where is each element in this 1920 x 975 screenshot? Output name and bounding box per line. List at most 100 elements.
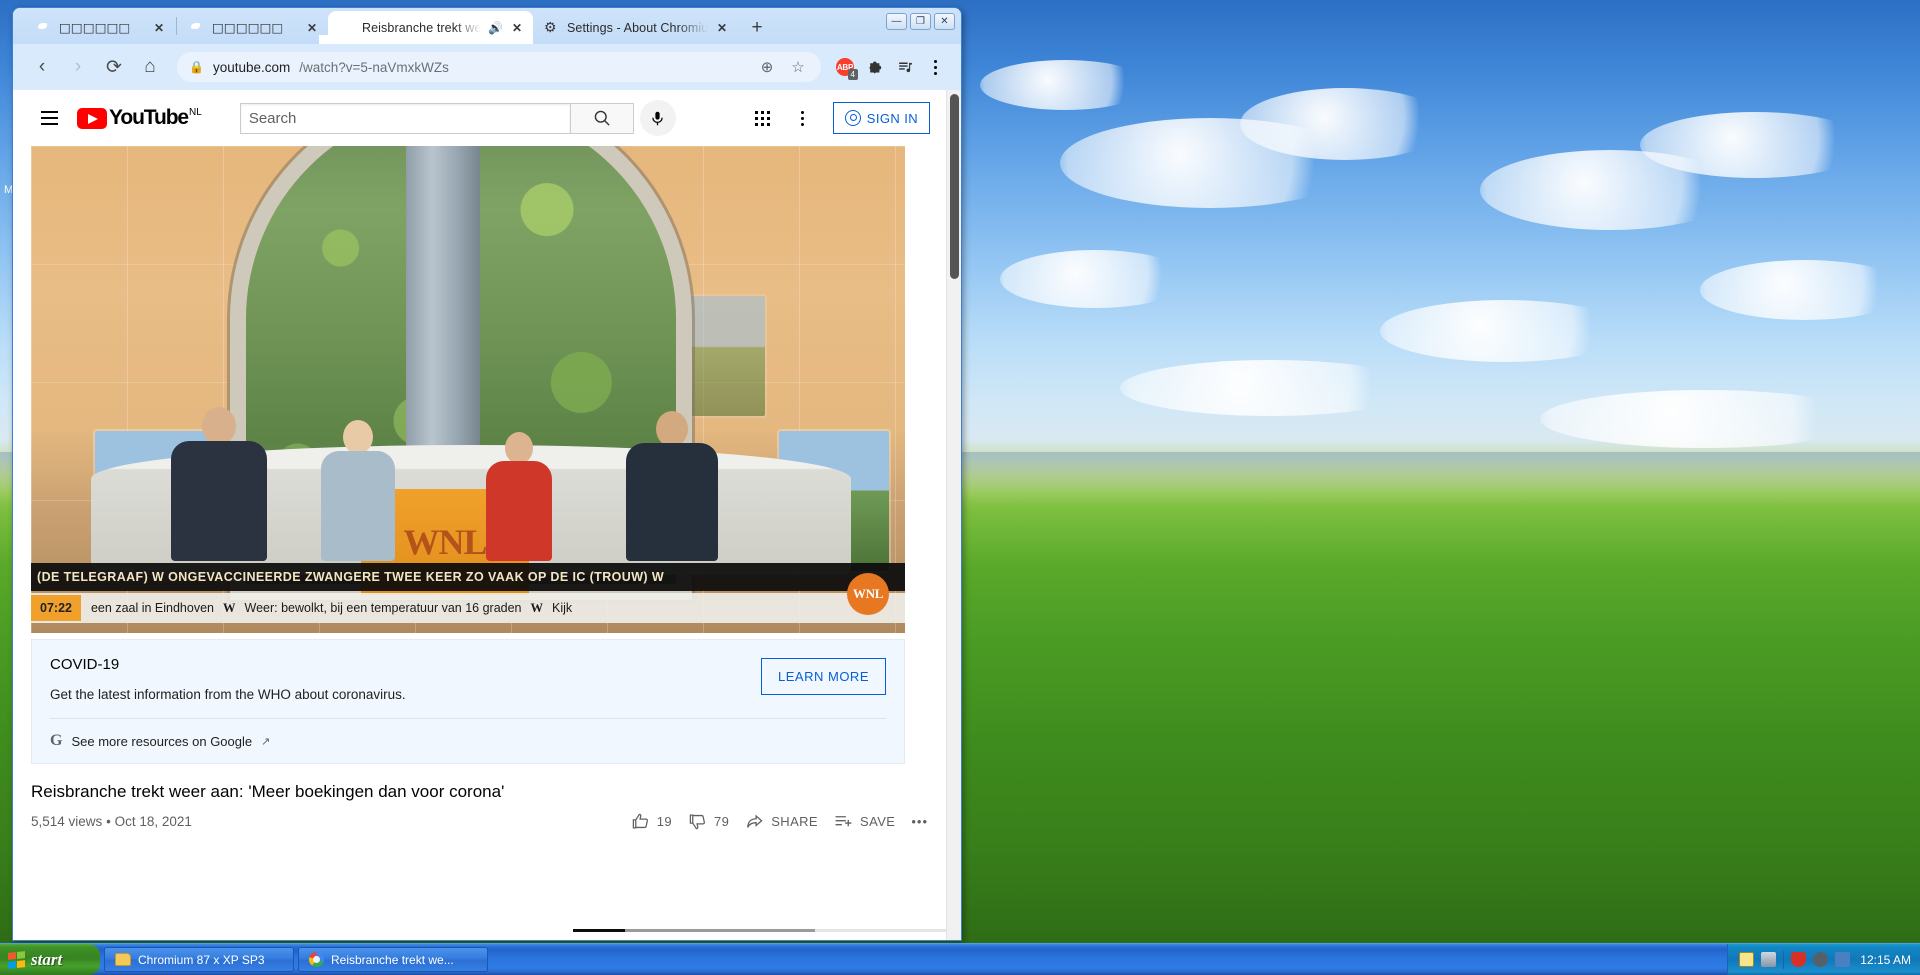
adblock-plus-extension-button[interactable]: ABP 4 — [831, 52, 859, 82]
youtube-header: YouTube NL Search SIGN IN — [13, 90, 946, 146]
page-loading-progress — [573, 929, 946, 932]
close-button[interactable]: ✕ — [934, 13, 955, 30]
tab-title: Reisbranche trekt we — [362, 20, 482, 35]
close-icon: ✕ — [940, 16, 949, 27]
tab-title: □□□□□□ — [212, 20, 284, 35]
covid-footer-link[interactable]: See more resources on Google — [71, 734, 252, 749]
save-button[interactable]: SAVE — [834, 812, 895, 831]
guest-person — [171, 407, 267, 561]
account-circle-icon — [844, 110, 861, 126]
home-button[interactable]: ⌂ — [133, 50, 167, 84]
star-icon[interactable]: ☆ — [787, 56, 809, 78]
youtube-play-icon — [77, 108, 107, 129]
abp-badge-count: 4 — [847, 69, 858, 80]
gear-icon: ⚙ — [544, 18, 557, 35]
cloud — [1240, 88, 1450, 160]
windows-update-icon[interactable] — [1835, 952, 1851, 967]
like-count: 19 — [656, 814, 672, 829]
tray-divider — [1783, 950, 1785, 969]
close-icon[interactable]: ✕ — [152, 21, 166, 35]
cloud — [1480, 150, 1740, 230]
extensions-button[interactable] — [861, 52, 889, 82]
close-icon[interactable]: ✕ — [510, 21, 524, 35]
tab-separator — [176, 17, 177, 35]
covid-panel-title: COVID-19 — [50, 656, 120, 673]
search-button[interactable] — [569, 102, 634, 134]
clock[interactable]: 12:15 AM — [1860, 953, 1911, 967]
network-icon[interactable] — [1761, 952, 1777, 967]
learn-more-button[interactable]: LEARN MORE — [761, 658, 886, 695]
cloud — [1700, 260, 1910, 320]
more-actions-button[interactable]: ••• — [911, 814, 928, 829]
dislike-count: 79 — [713, 814, 730, 829]
cloud — [1000, 250, 1190, 308]
window-controls: — ❐ ✕ — [886, 13, 955, 30]
youtube-wordmark: YouTube — [109, 106, 189, 129]
covid-panel-top: COVID-19 Get the latest information from… — [50, 656, 886, 702]
close-icon[interactable]: ✕ — [305, 21, 319, 35]
taskbar-item-explorer[interactable]: Chromium 87 x XP SP3 — [104, 947, 294, 972]
taskbar-item-label: Reisbranche trekt we... — [331, 952, 454, 967]
minimize-icon: — — [891, 16, 902, 27]
news-ticker-headline: (DE TELEGRAAF) W ONGEVACCINEERDE ZWANGER… — [31, 563, 905, 591]
maximize-button[interactable]: ❐ — [910, 13, 931, 30]
help-balloon-icon[interactable] — [1739, 952, 1755, 967]
ticker-sub-3: Kijk — [552, 601, 573, 615]
start-button[interactable]: start — [0, 944, 100, 975]
media-playlist-button[interactable] — [891, 52, 919, 82]
windows-taskbar: start Chromium 87 x XP SP3 Reisbranche t… — [0, 943, 1920, 975]
studio-wall-picture — [679, 296, 765, 416]
speaker-playing-icon[interactable]: 🔊 — [488, 21, 503, 35]
progress-segment-dark — [573, 929, 625, 932]
search-input[interactable]: Search — [239, 102, 570, 134]
address-bar[interactable]: 🔒 youtube.com/watch?v=5-naVmxkWZs ⊕ ☆ — [177, 52, 821, 82]
volume-muted-icon[interactable] — [1813, 952, 1829, 967]
youtube-apps-button[interactable] — [743, 98, 783, 138]
guide-hamburger-button[interactable] — [29, 98, 69, 138]
youtube-country-code: NL — [189, 107, 202, 118]
taskbar-item-chromium[interactable]: Reisbranche trekt we... — [298, 947, 488, 972]
minimize-button[interactable]: — — [886, 13, 907, 30]
view-count: 5,514 views — [31, 814, 103, 829]
browser-toolbar: ‹ › ⟳ ⌂ 🔒 youtube.com/watch?v=5-naVmxkWZ… — [13, 44, 961, 90]
wnl-ticker-mark: W — [530, 600, 544, 615]
thumbs-down-icon — [689, 814, 705, 830]
youtube-logo[interactable]: YouTube NL — [77, 106, 202, 130]
ticker-clock: 07:22 — [31, 595, 81, 621]
browser-tab-2[interactable]: □□□□□□ ✕ — [178, 11, 328, 44]
folder-icon — [115, 953, 131, 966]
apps-grid-icon — [755, 110, 771, 126]
share-button[interactable]: SHARE — [745, 812, 818, 831]
dislike-button[interactable]: 79 — [688, 812, 729, 831]
covid-panel-footer[interactable]: G See more resources on Google ↗ — [50, 719, 886, 763]
back-button[interactable]: ‹ — [25, 50, 59, 84]
security-shield-icon[interactable] — [1791, 952, 1807, 967]
browser-tab-4[interactable]: ⚙ Settings - About Chromium ✕ — [533, 11, 738, 44]
voice-search-button[interactable] — [639, 100, 676, 136]
share-label: SHARE — [771, 814, 819, 829]
close-icon[interactable]: ✕ — [715, 21, 729, 35]
channel-watermark-text: WNL — [852, 586, 884, 601]
page-title: Reisbranche trekt weer aan: 'Meer boekin… — [31, 782, 505, 801]
browser-tab-1[interactable]: □□□□□□ ✕ — [25, 11, 175, 44]
page-scrollbar[interactable] — [946, 90, 961, 940]
new-tab-button[interactable]: + — [744, 15, 770, 41]
forward-button[interactable]: › — [61, 50, 95, 84]
sign-in-button[interactable]: SIGN IN — [832, 102, 930, 134]
zoom-install-icon[interactable]: ⊕ — [756, 56, 778, 78]
video-player[interactable]: WNL (DE TELEGRAAF) W ONGEVACCINEERDE ZWA… — [31, 146, 905, 633]
cloud — [1120, 360, 1420, 416]
meta-separator: • — [106, 814, 111, 829]
video-frame-studio-scene: WNL (DE TELEGRAAF) W ONGEVACCINEERDE ZWA… — [31, 146, 905, 633]
reload-button[interactable]: ⟳ — [97, 50, 131, 84]
youtube-settings-menu-button[interactable] — [783, 98, 823, 138]
browser-menu-button[interactable] — [921, 52, 949, 82]
scrollbar-thumb[interactable] — [950, 94, 959, 279]
hamburger-icon-line — [40, 111, 58, 113]
like-button[interactable]: 19 — [631, 812, 672, 831]
youtube-icon — [339, 20, 355, 36]
browser-tab-3-active[interactable]: Reisbranche trekt we 🔊 ✕ — [328, 11, 533, 44]
upload-date: Oct 18, 2021 — [114, 814, 192, 829]
sign-in-label: SIGN IN — [866, 110, 918, 126]
google-g-icon: G — [50, 732, 63, 749]
